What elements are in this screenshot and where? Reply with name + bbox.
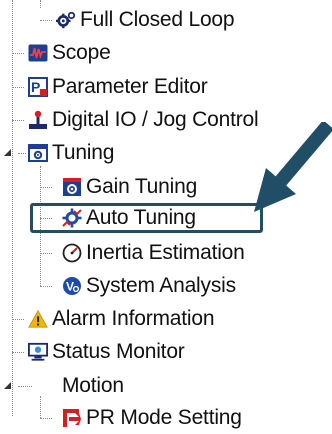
parameter-editor-icon: P [28,77,48,97]
tree-item-label: Gain Tuning [86,175,198,198]
system-analysis-icon: V [62,276,82,296]
tree-item-label: Alarm Information [52,307,215,330]
collapse-motion-toggle[interactable] [3,381,13,391]
caret-down-icon [4,382,11,389]
tree-item-full-closed-loop[interactable]: Full Closed Loop [56,7,235,33]
tree-item-alarm-information[interactable]: Alarm Information [28,306,215,332]
warning-icon [28,309,48,329]
tree-connector [40,253,52,254]
tree-item-status-monitor[interactable]: Status Monitor [28,339,185,365]
svg-text:V: V [66,280,74,294]
blank-icon [38,376,58,396]
tree-connector [12,53,24,54]
scope-waveform-icon [28,43,48,63]
svg-text:P: P [31,79,40,95]
tree-item-parameter-editor[interactable]: P Parameter Editor [28,74,208,100]
tuning-icon [28,143,48,163]
tree-item-gain-tuning[interactable]: Gain Tuning [62,174,197,200]
tree-item-label: System Analysis [86,274,236,297]
tree-connector [12,120,24,121]
navigation-tree: Full Closed Loop Scope P Parameter Edito… [0,0,332,434]
callout-arrow-icon [254,122,332,212]
auto-tuning-highlight-box [30,203,263,233]
caret-down-icon [4,149,11,156]
tree-connector [12,0,13,416]
tree-item-label: Status Monitor [52,340,185,363]
gauge-icon [62,243,82,263]
tree-connector [12,352,24,353]
gear-icon [56,10,76,30]
monitor-icon [28,342,48,362]
tree-item-system-analysis[interactable]: V System Analysis [62,273,236,299]
tree-connector [40,187,52,188]
tree-item-pr-mode-setting[interactable]: PR Mode Setting [62,405,242,431]
tree-item-label: Digital IO / Jog Control [52,108,259,131]
tree-item-label: Motion [62,374,124,397]
tree-connector [40,286,52,287]
pr-mode-icon [62,408,82,428]
tree-item-label: Full Closed Loop [80,8,235,31]
gain-tuning-icon [62,177,82,197]
tree-item-label: Inertia Estimation [86,241,245,264]
tree-item-label: Tuning [52,141,115,164]
tree-connector [12,319,24,320]
collapse-tuning-toggle[interactable] [3,148,13,158]
tree-item-digital-io-jog-control[interactable]: Digital IO / Jog Control [28,107,259,133]
tree-connector [40,20,52,21]
tree-item-label: Scope [52,41,111,64]
tree-item-scope[interactable]: Scope [28,40,111,66]
tree-item-motion[interactable]: Motion [38,373,124,399]
tree-item-tuning[interactable]: Tuning [28,140,114,166]
tree-connector [40,418,52,419]
tree-item-label: Parameter Editor [52,75,208,98]
tree-item-inertia-estimation[interactable]: Inertia Estimation [62,240,245,266]
tree-connector [40,0,41,8]
tree-connector [40,396,41,418]
jog-control-icon [28,110,48,130]
tree-item-label: PR Mode Setting [86,406,242,429]
tree-connector [12,87,24,88]
tree-connector [18,386,32,387]
tree-connector [18,153,26,154]
